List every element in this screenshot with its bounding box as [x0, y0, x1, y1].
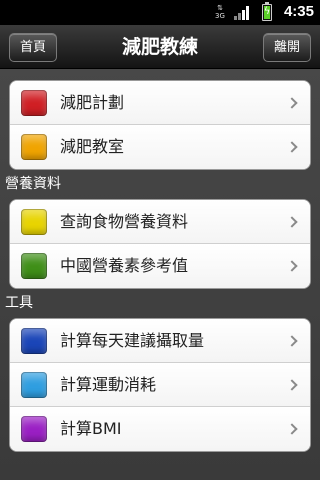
chevron-right-icon	[286, 141, 298, 153]
color-swatch-icon	[21, 90, 47, 116]
chevron-right-icon	[286, 379, 298, 391]
menu-item-label: 計算BMI	[60, 419, 122, 438]
color-swatch-icon	[21, 134, 47, 160]
exit-button[interactable]: 離開	[263, 33, 311, 62]
clock: 4:35	[283, 3, 314, 20]
menu-item-label: 計算每天建議攝取量	[60, 331, 205, 350]
menu-item-daily-intake[interactable]: 計算每天建議攝取量	[10, 319, 310, 363]
menu-item-exercise-burn[interactable]: 計算運動消耗	[10, 363, 310, 407]
title-bar: 首頁 減肥教練 離開	[0, 25, 320, 69]
network-indicator: ⇅ 3G	[212, 4, 228, 20]
color-swatch-icon	[21, 328, 47, 354]
menu-item-label: 查詢食物營養資料	[60, 212, 189, 231]
color-swatch-icon	[21, 416, 47, 442]
menu-item-nutrient-reference[interactable]: 中國營養素參考值	[10, 244, 310, 288]
menu-item-label: 中國營養素參考值	[60, 256, 189, 275]
menu-group-nutrition: 查詢食物營養資料 中國營養素參考值	[9, 199, 311, 289]
menu-item-label: 減肥教室	[60, 137, 125, 156]
menu-item-label: 計算運動消耗	[60, 375, 157, 394]
section-header-tools: 工具	[5, 295, 33, 311]
section-header-nutrition: 營養資料	[5, 176, 61, 192]
color-swatch-icon	[21, 253, 47, 279]
color-swatch-icon	[21, 372, 47, 398]
status-bar: ⇅ 3G ϟ 4:35	[0, 0, 320, 25]
chevron-right-icon	[286, 216, 298, 228]
menu-group-plan: 減肥計劃 減肥教室	[9, 80, 311, 170]
menu-item-label: 減肥計劃	[60, 93, 125, 112]
menu-item-bmi[interactable]: 計算BMI	[10, 407, 310, 451]
menu-item-diet-plan[interactable]: 減肥計劃	[10, 81, 310, 125]
chevron-right-icon	[286, 97, 298, 109]
battery-icon: ϟ	[262, 2, 272, 21]
menu-item-food-nutrition[interactable]: 查詢食物營養資料	[10, 200, 310, 244]
network-type: 3G	[215, 12, 225, 20]
network-arrows-icon: ⇅	[217, 4, 223, 12]
menu-group-tools: 計算每天建議攝取量 計算運動消耗 計算BMI	[9, 318, 311, 452]
signal-icon	[234, 6, 252, 20]
color-swatch-icon	[21, 209, 47, 235]
chevron-right-icon	[286, 423, 298, 435]
chevron-right-icon	[286, 335, 298, 347]
menu-item-diet-classroom[interactable]: 減肥教室	[10, 125, 310, 169]
chevron-right-icon	[286, 260, 298, 272]
